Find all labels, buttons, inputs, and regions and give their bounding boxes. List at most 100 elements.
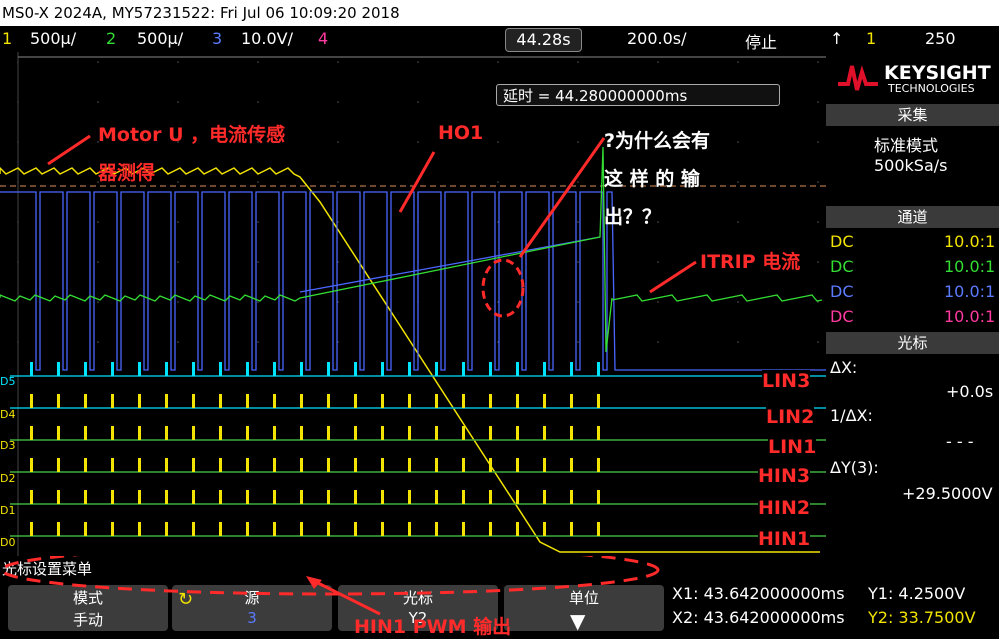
trigger-level[interactable]: 250 xyxy=(925,29,956,48)
digital-pulse xyxy=(219,458,222,472)
ch1-scale[interactable]: 500µ/ xyxy=(30,29,76,48)
digital-pulse xyxy=(165,394,168,408)
digital-pulse xyxy=(489,522,492,536)
digital-pulse xyxy=(219,394,222,408)
grid-dot xyxy=(657,301,659,303)
digital-pulse xyxy=(408,458,411,472)
annotation-ho1: HO1 xyxy=(438,122,484,144)
digital-pulse xyxy=(84,426,87,440)
digital-pulse xyxy=(381,522,384,536)
digital-pulse xyxy=(327,458,330,472)
digital-pulse xyxy=(408,490,411,504)
digital-pulse xyxy=(327,522,330,536)
digital-pulse xyxy=(543,522,546,536)
annotation-motor-u-2: 器测得 xyxy=(98,162,156,184)
ch3-scale[interactable]: 10.0V/ xyxy=(241,29,293,48)
digital-pulse xyxy=(489,426,492,440)
dy-label: ΔY(3): xyxy=(830,458,879,477)
digital-pulse xyxy=(435,394,438,408)
waveform-display[interactable]: 延时 = 44.280000000ms Motor U ，电流传感 器测得 HO… xyxy=(0,52,826,556)
digital-pulse xyxy=(84,362,87,376)
digital-pulse xyxy=(354,490,357,504)
digital-pulse xyxy=(300,458,303,472)
delay-readout[interactable]: 44.28s xyxy=(505,28,582,52)
digital-pulse xyxy=(300,522,303,536)
digital-pulse xyxy=(84,394,87,408)
ch1-num[interactable]: 1 xyxy=(2,29,12,48)
digital-pulse xyxy=(516,394,519,408)
digital-pulse xyxy=(354,458,357,472)
timebase-readout[interactable]: 200.0s/ xyxy=(627,29,687,48)
digital-pulse xyxy=(192,362,195,376)
digital-pulse xyxy=(30,426,33,440)
digital-pulse xyxy=(543,490,546,504)
grid-dot xyxy=(337,61,339,63)
grid-dot xyxy=(817,221,819,223)
digital-pulse xyxy=(462,362,465,376)
digital-pulse xyxy=(192,490,195,504)
dx-value: +0.0s xyxy=(946,382,994,401)
digital-pulse xyxy=(30,362,33,376)
run-state[interactable]: 停止 xyxy=(745,29,777,53)
digital-pulse xyxy=(489,458,492,472)
grid-dot xyxy=(177,61,179,63)
grid-dot xyxy=(177,101,179,103)
inv-dx-value: - - - xyxy=(946,432,974,451)
digital-pulse xyxy=(570,426,573,440)
digital-pulse xyxy=(246,490,249,504)
grid-dot xyxy=(497,141,499,143)
marker-d2: D2 xyxy=(0,472,16,485)
ch4-num[interactable]: 4 xyxy=(318,29,328,48)
digital-pulse xyxy=(192,394,195,408)
grid-dot xyxy=(737,221,739,223)
ch2-scale[interactable]: 500µ/ xyxy=(137,29,183,48)
digital-pulse xyxy=(138,522,141,536)
grid-dot xyxy=(257,101,259,103)
digital-pulse xyxy=(57,362,60,376)
ch2-num[interactable]: 2 xyxy=(106,29,116,48)
grid-dot xyxy=(337,101,339,103)
window-title: MS0-X 2024A, MY57231522: Fri Jul 06 10:0… xyxy=(0,0,999,26)
grid-dot xyxy=(577,61,579,63)
digital-pulse xyxy=(597,458,600,472)
label-hin2: HIN2 xyxy=(758,497,811,519)
digital-pulse xyxy=(327,362,330,376)
channel-bar: 1 500µ/ 2 500µ/ 3 10.0V/ 4 44.28s 200.0s… xyxy=(0,26,999,52)
digital-pulse xyxy=(273,522,276,536)
chan2-ratio: 10.0:1 xyxy=(944,257,996,276)
acq-header: 采集 xyxy=(826,104,999,126)
digital-pulse xyxy=(30,458,33,472)
digital-pulse xyxy=(597,362,600,376)
arrow-icon xyxy=(649,260,697,294)
digital-pulse xyxy=(597,394,600,408)
acq-rate: 500kSa/s xyxy=(874,156,948,175)
grid-dot xyxy=(177,301,179,303)
digital-pulse xyxy=(111,522,114,536)
grid-dot xyxy=(177,341,179,343)
digital-pulse xyxy=(543,426,546,440)
digital-pulse xyxy=(57,522,60,536)
ch3-num[interactable]: 3 xyxy=(212,29,222,48)
digital-pulse xyxy=(381,394,384,408)
marker-d0: D0 xyxy=(0,536,16,549)
digital-pulse xyxy=(192,426,195,440)
digital-pulse xyxy=(570,362,573,376)
digital-pulse xyxy=(246,394,249,408)
label-lin3: LIN3 xyxy=(762,370,811,392)
bottom-overlay xyxy=(0,556,660,616)
grid-dot xyxy=(97,341,99,343)
annotation-motor-u: Motor U ，电流传感 xyxy=(98,124,286,146)
digital-pulse xyxy=(111,458,114,472)
digital-pulse xyxy=(138,394,141,408)
digital-pulse xyxy=(435,362,438,376)
digital-pulse xyxy=(111,362,114,376)
digital-pulse xyxy=(327,490,330,504)
digital-pulse xyxy=(219,490,222,504)
digital-pulse xyxy=(408,522,411,536)
digital-pulse xyxy=(597,490,600,504)
digital-pulse xyxy=(570,458,573,472)
trigger-edge-icon: ↑ xyxy=(830,29,844,48)
grid-dot xyxy=(97,101,99,103)
grid-dot xyxy=(497,61,499,63)
digital-pulse xyxy=(381,458,384,472)
